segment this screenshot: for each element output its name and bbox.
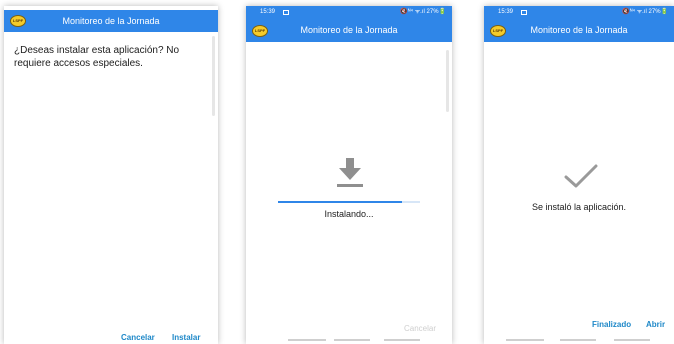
install-prompt-screen: LSPF Monitoreo de la Jornada ¿Deseas ins… (4, 6, 218, 344)
nav-bar-segment (560, 339, 596, 341)
install-progress-fill (278, 201, 402, 203)
done-button[interactable]: Finalizado (592, 320, 631, 329)
scrollbar[interactable] (212, 36, 215, 116)
app-logo-icon: LSPF (10, 15, 26, 27)
status-icons: 🔇ᴺ⁴ ᯤ.ıl 27%🔋 (400, 9, 446, 15)
nav-bar-segment (288, 339, 326, 341)
installed-screen: 15:39 🔇ᴺ⁴ ᯤ.ıl 27%🔋 LSPF Monitoreo de la… (484, 6, 674, 344)
nav-bar-segment (384, 339, 420, 341)
checkmark-icon (564, 164, 598, 188)
app-logo-icon: LSPF (490, 25, 506, 37)
status-bar: 15:39 🔇ᴺ⁴ ᯤ.ıl 27%🔋 (484, 6, 674, 19)
download-icon (337, 158, 363, 187)
status-time: 15:39 (260, 9, 276, 15)
install-button[interactable]: Instalar (172, 333, 200, 342)
installing-screen: 15:39 🔇ᴺ⁴ ᯤ.ıl 27%🔋 LSPF Monitoreo de la… (246, 6, 452, 344)
installing-label: Instalando... (324, 209, 374, 219)
nav-bar-segment (334, 339, 370, 341)
app-title-bar: LSPF Monitoreo de la Jornada (484, 19, 674, 42)
install-flow-screens: LSPF Monitoreo de la Jornada ¿Deseas ins… (0, 0, 674, 344)
image-notification-icon (521, 10, 527, 15)
install-progress-bar (278, 201, 420, 203)
app-title: Monitoreo de la Jornada (62, 16, 160, 26)
cancel-button[interactable]: Cancelar (121, 333, 155, 342)
nav-bar-segment (614, 339, 650, 341)
image-notification-icon (283, 10, 289, 15)
app-title: Monitoreo de la Jornada (530, 25, 628, 35)
app-title-bar: LSPF Monitoreo de la Jornada (246, 19, 452, 42)
nav-bar-segment (506, 339, 544, 341)
status-icons: 🔇ᴺ⁴ ᯤ.ıl 27%🔋 (622, 9, 668, 15)
status-bar: 15:39 🔇ᴺ⁴ ᯤ.ıl 27%🔋 (246, 6, 452, 19)
scrollbar[interactable] (446, 50, 449, 112)
install-question: ¿Deseas instalar esta aplicación? No req… (14, 45, 180, 69)
app-title: Monitoreo de la Jornada (300, 25, 398, 35)
cancel-button-disabled[interactable]: Cancelar (404, 324, 436, 333)
app-title-bar: LSPF Monitoreo de la Jornada (4, 10, 218, 32)
installed-label: Se instaló la aplicación. (531, 202, 627, 212)
app-logo-icon: LSPF (252, 25, 268, 37)
status-time: 15:39 (498, 9, 514, 15)
open-button[interactable]: Abrir (646, 320, 665, 329)
